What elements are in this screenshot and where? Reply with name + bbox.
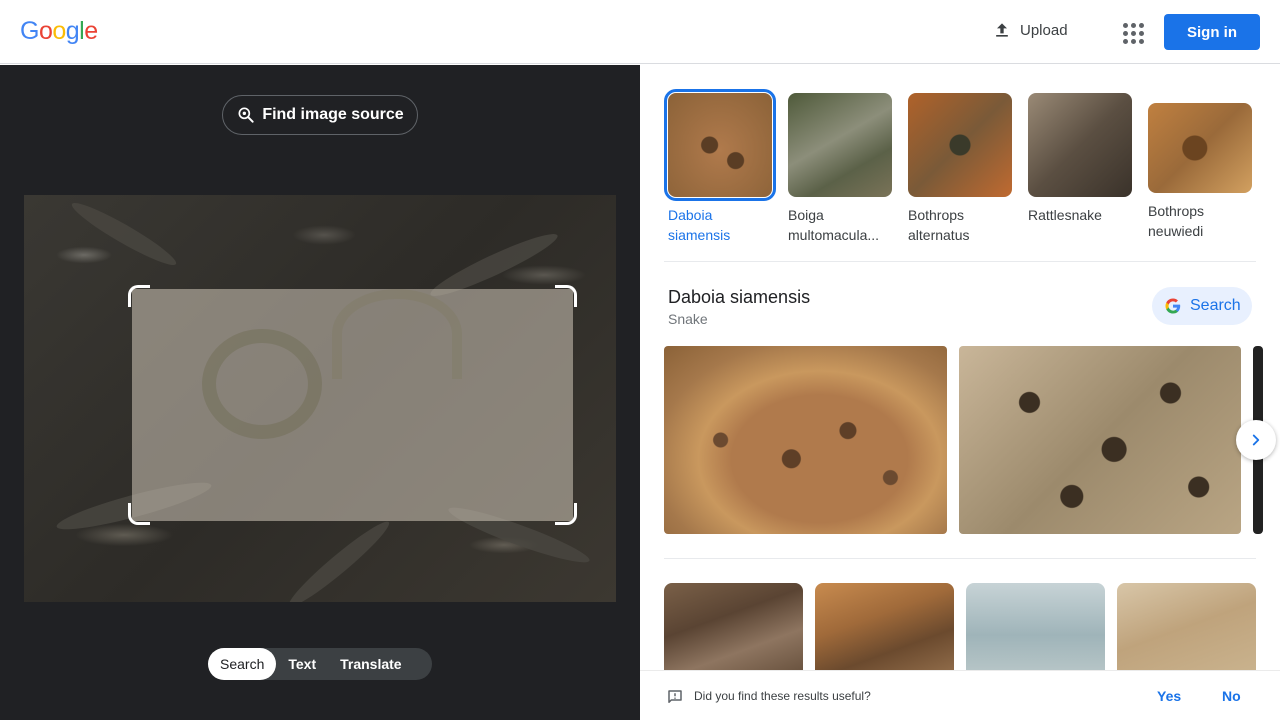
feedback-no-button[interactable]: No — [1222, 688, 1241, 704]
entity-thumb-image — [1028, 93, 1132, 197]
entity-thumb-image — [908, 93, 1012, 197]
entity-thumb-label: Daboia siamensis — [668, 207, 731, 243]
mode-search-tab[interactable]: Search — [208, 648, 277, 680]
crop-handle-top-right[interactable] — [555, 285, 577, 307]
logo-letter: e — [84, 17, 98, 45]
crop-handle-bottom-left[interactable] — [128, 503, 150, 525]
snake-body — [332, 289, 462, 379]
upload-label: Upload — [1020, 21, 1068, 39]
google-logo[interactable]: Google — [20, 17, 98, 46]
entity-thumb-label: Boiga multomacula... — [788, 207, 880, 243]
lens-search-icon — [238, 107, 254, 123]
related-entities-strip: Daboia siamensis Boiga multomacula... Bo… — [664, 89, 1252, 245]
entity-thumb-image — [1148, 103, 1252, 193]
mode-text-tab[interactable]: Text — [276, 648, 328, 680]
apps-grid-icon[interactable] — [1120, 20, 1144, 44]
result-image[interactable] — [664, 346, 947, 534]
entity-thumb-image — [788, 93, 892, 197]
mode-switcher: Search Text Translate — [208, 648, 432, 680]
entity-thumb[interactable]: Boiga multomacula... — [784, 89, 892, 245]
upload-button[interactable]: Upload — [992, 20, 1068, 40]
result-image[interactable] — [1117, 583, 1256, 670]
crop-handle-top-left[interactable] — [128, 285, 150, 307]
crop-selection[interactable] — [132, 289, 573, 521]
entity-thumb-image — [664, 89, 776, 201]
snake-figure — [202, 329, 322, 439]
carousel-next-button[interactable] — [1236, 420, 1276, 460]
chevron-right-icon — [1252, 434, 1260, 446]
result-image[interactable] — [959, 346, 1241, 534]
results-pane: Daboia siamensis Boiga multomacula... Bo… — [640, 65, 1280, 720]
result-image[interactable] — [815, 583, 954, 670]
entity-thumb-label: Bothrops alternatus — [908, 207, 970, 243]
result-image[interactable] — [664, 583, 803, 670]
entity-thumb[interactable]: Bothrops alternatus — [904, 89, 1012, 245]
entity-subtitle: Snake — [668, 311, 708, 327]
entity-thumb[interactable]: Rattlesnake — [1024, 89, 1132, 245]
top-bar: Google Upload Sign in — [0, 0, 1280, 64]
upload-icon — [996, 23, 1008, 37]
mode-translate-tab[interactable]: Translate — [328, 648, 413, 680]
result-image[interactable] — [966, 583, 1105, 670]
feedback-bar: Did you find these results useful? Yes N… — [640, 670, 1280, 720]
entity-thumb[interactable]: Bothrops neuwiedi — [1144, 89, 1252, 245]
feedback-yes-button[interactable]: Yes — [1157, 688, 1181, 704]
google-search-label: Search — [1190, 297, 1241, 314]
entity-title[interactable]: Daboia siamensis — [668, 287, 810, 308]
crop-handle-bottom-right[interactable] — [555, 503, 577, 525]
entity-thumb-label: Rattlesnake — [1028, 207, 1102, 223]
sign-in-button[interactable]: Sign in — [1164, 14, 1260, 50]
divider — [664, 261, 1256, 262]
logo-letter: g — [65, 17, 80, 45]
google-g-icon — [1165, 298, 1181, 314]
entity-thumb-label: Bothrops neuwiedi — [1148, 203, 1205, 239]
feedback-question: Did you find these results useful? — [694, 689, 871, 703]
logo-letter: G — [20, 17, 39, 45]
feedback-icon — [668, 690, 682, 703]
entity-thumb[interactable]: Daboia siamensis — [664, 89, 776, 245]
google-search-button[interactable]: Search — [1152, 287, 1252, 325]
logo-letter: o — [52, 17, 66, 45]
find-image-source-button[interactable]: Find image source — [222, 95, 418, 135]
divider — [664, 558, 1256, 559]
logo-letter: o — [38, 17, 53, 45]
find-image-source-label: Find image source — [262, 106, 404, 123]
